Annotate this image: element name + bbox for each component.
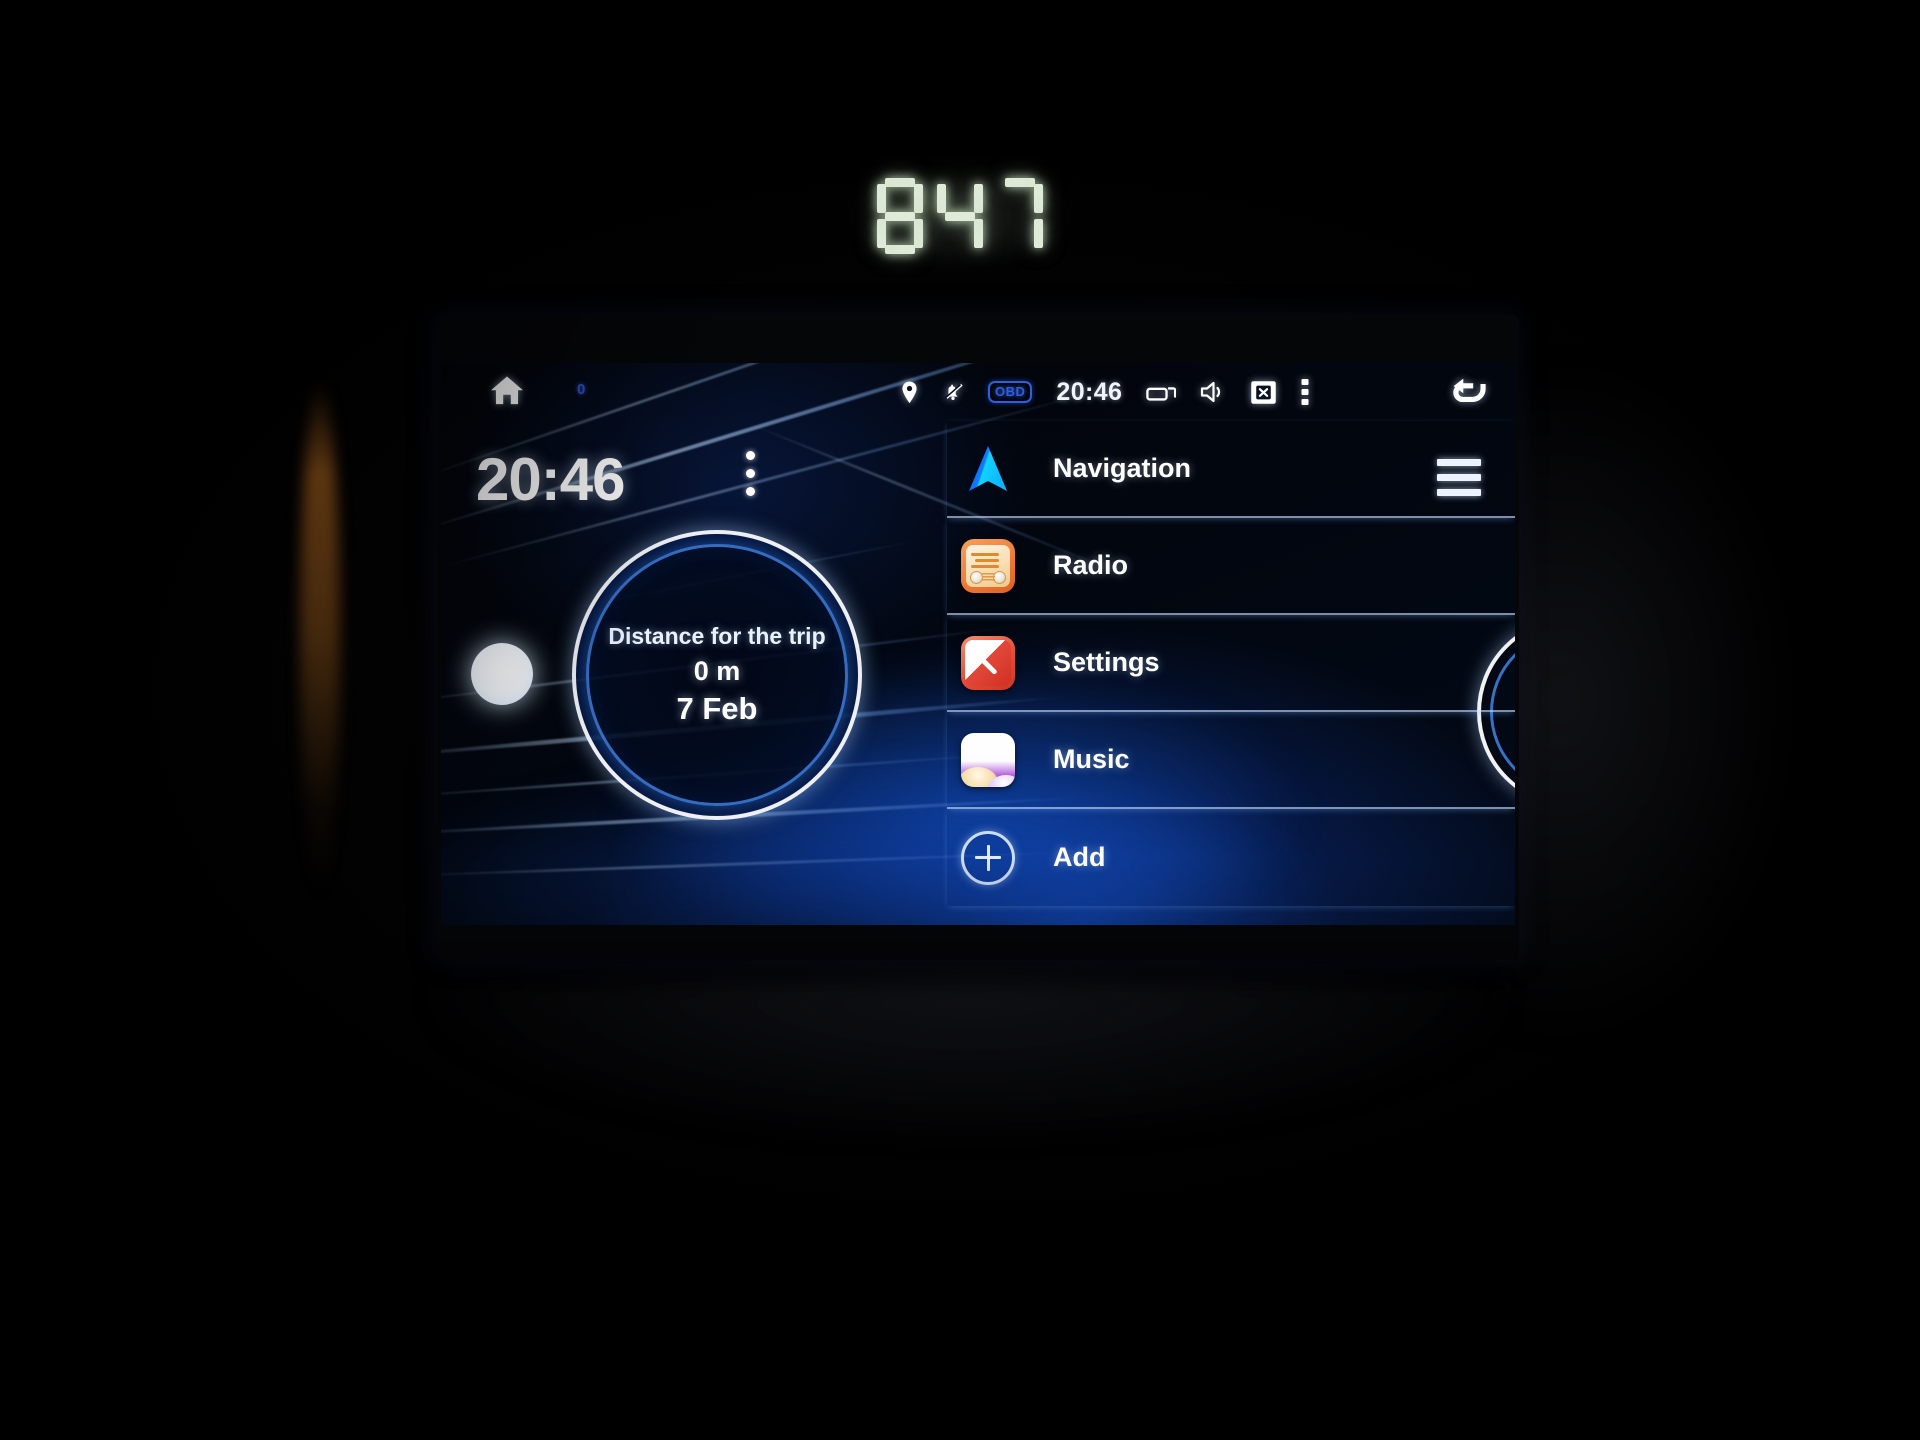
trip-distance-value: 0 m: [693, 656, 741, 686]
recents-icon[interactable]: [1146, 384, 1177, 401]
home-clock: 20:46: [476, 446, 625, 513]
widget-options-icon[interactable]: [746, 451, 755, 505]
settings-icon: [959, 634, 1017, 692]
dashboard-clock-digit-1: [877, 178, 923, 254]
trip-label: Distance for the trip: [608, 623, 826, 649]
close-box-icon[interactable]: [1250, 380, 1277, 405]
app-row-settings[interactable]: Settings: [947, 615, 1515, 712]
dashboard-light-reflection-left: [300, 380, 340, 900]
head-unit-display: 0 OBD 20:46 20:46 Distance for the trip …: [437, 315, 1519, 960]
status-bar-icons: OBD 20:46: [901, 363, 1309, 421]
hamburger-menu-icon[interactable]: [1437, 459, 1481, 504]
status-bar: 0 OBD 20:46: [441, 363, 1515, 421]
music-icon: [959, 731, 1017, 789]
home-icon[interactable]: [489, 375, 525, 407]
obd-badge[interactable]: OBD: [988, 381, 1033, 403]
dashboard-clock: [845, 161, 1075, 271]
location-pin-icon[interactable]: [901, 381, 918, 404]
app-label: Add: [1053, 842, 1106, 872]
radio-icon: [959, 537, 1017, 595]
volume-icon[interactable]: [1200, 380, 1226, 404]
app-list: Navigation Radio Settings Music Add: [947, 421, 1515, 925]
back-arrow-icon[interactable]: [1446, 375, 1488, 409]
app-row-radio[interactable]: Radio: [947, 518, 1515, 615]
trip-date: 7 Feb: [676, 691, 758, 726]
car-interior-scene: 0 OBD 20:46 20:46 Distance for the trip …: [0, 0, 1920, 1440]
wallpaper-orb: [471, 643, 533, 705]
app-row-navigation[interactable]: Navigation: [947, 421, 1515, 518]
plus-circle-icon: [959, 829, 1017, 887]
app-label: Settings: [1053, 647, 1160, 677]
status-bar-time: 20:46: [1056, 377, 1123, 406]
more-vertical-icon[interactable]: [1301, 379, 1309, 405]
app-row-music[interactable]: Music: [947, 712, 1515, 809]
dashboard-clock-digit-2: [937, 178, 983, 254]
app-row-add[interactable]: Add: [947, 809, 1515, 906]
notification-count: 0: [577, 381, 586, 398]
infotainment-screen: 0 OBD 20:46 20:46 Distance for the trip …: [441, 363, 1515, 925]
navigation-arrow-icon: [959, 440, 1017, 498]
dashboard-edge-bottom: [430, 980, 1510, 1140]
app-label: Music: [1053, 744, 1130, 774]
bell-muted-icon[interactable]: [942, 381, 964, 403]
dashboard-edge-right: [1500, 350, 1800, 1050]
app-label: Radio: [1053, 550, 1129, 580]
dashboard-clock-digit-3: [997, 178, 1043, 254]
trip-distance-widget[interactable]: Distance for the trip 0 m 7 Feb: [572, 530, 862, 820]
app-label: Navigation: [1053, 453, 1192, 483]
